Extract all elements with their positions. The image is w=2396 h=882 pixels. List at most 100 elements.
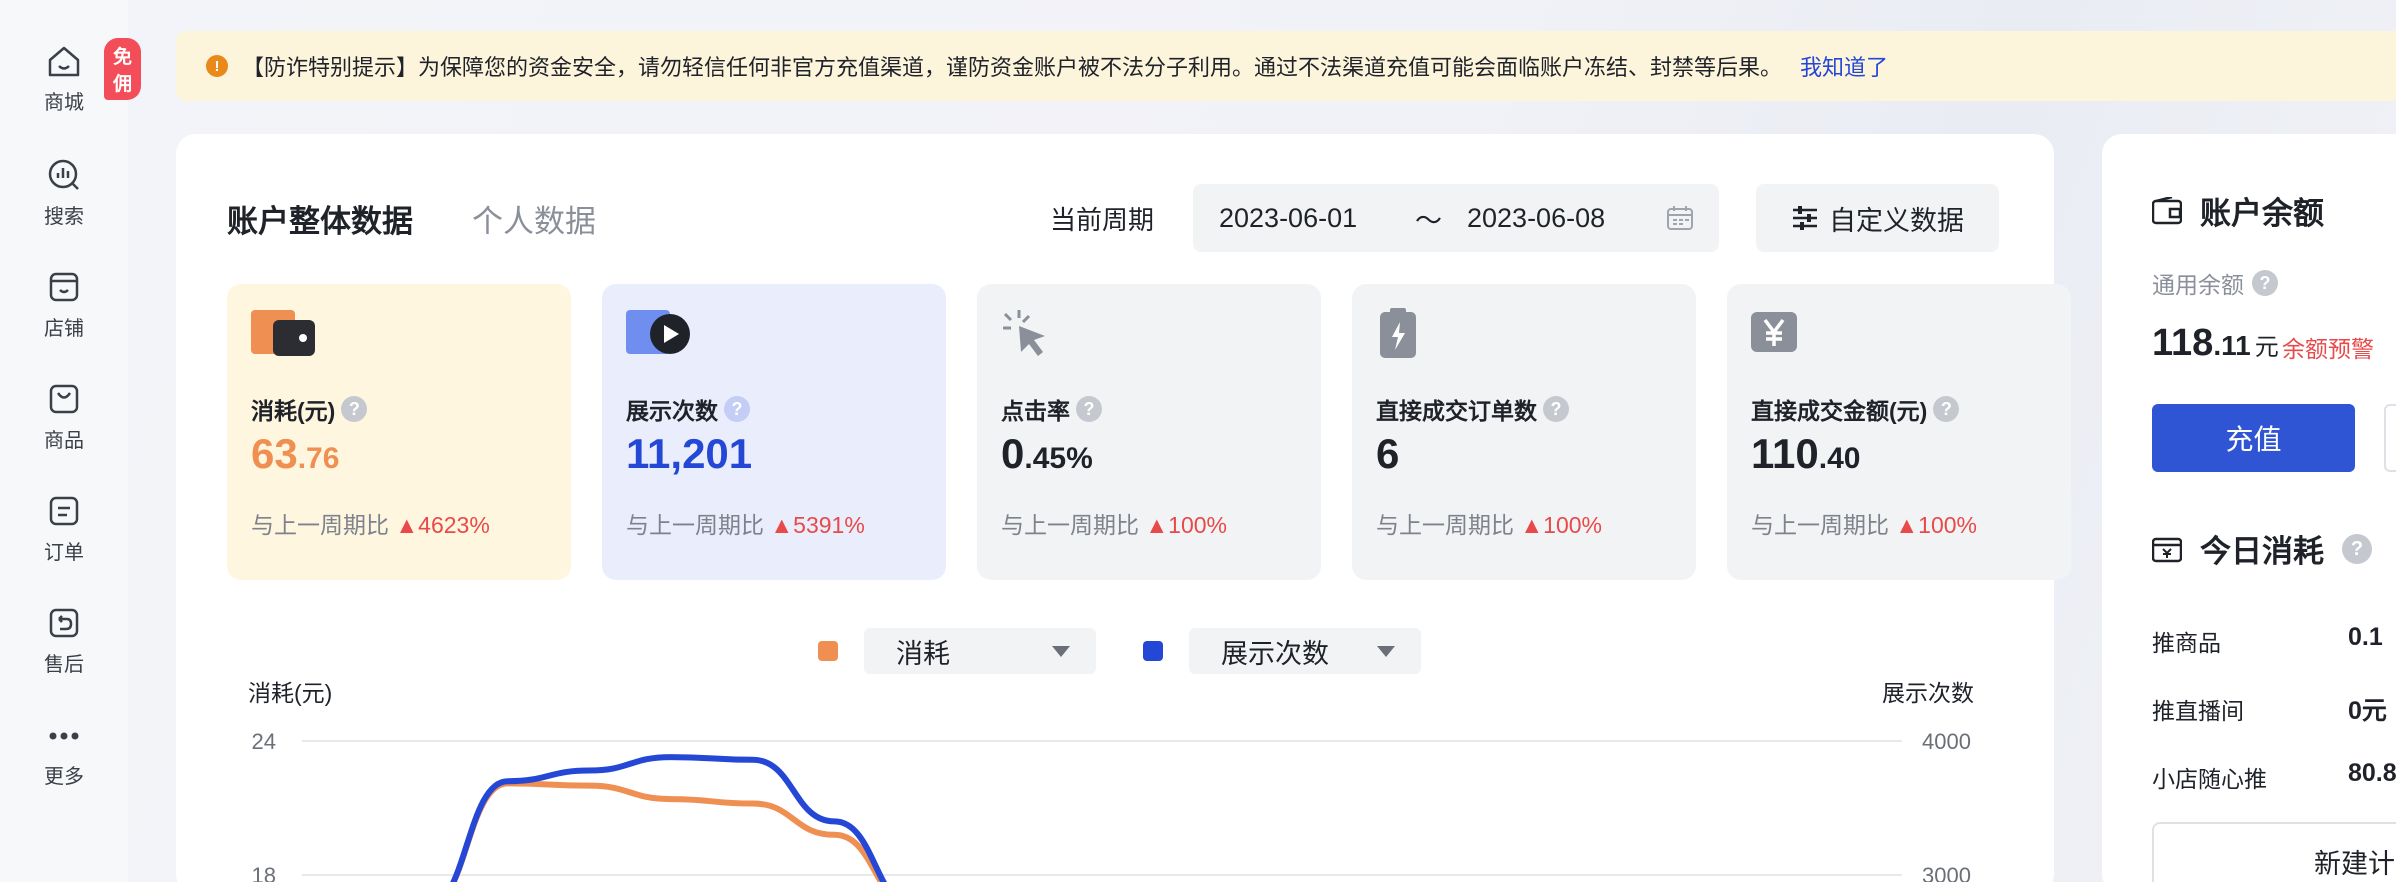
bag-icon bbox=[49, 384, 79, 414]
help-icon[interactable]: ? bbox=[1076, 396, 1102, 422]
help-icon[interactable]: ? bbox=[2342, 533, 2372, 564]
sidebar-item-label: 更多 bbox=[44, 766, 84, 788]
sidebar-item-label: 商品 bbox=[44, 430, 84, 452]
custom-data-label: 自定义数据 bbox=[1829, 205, 1964, 236]
more-icon bbox=[49, 732, 79, 740]
spend-row-value: 80.8 bbox=[2348, 759, 2396, 787]
help-icon[interactable]: ? bbox=[724, 396, 750, 422]
left-series-dropdown[interactable]: 消耗 bbox=[864, 628, 1096, 674]
house-icon bbox=[48, 46, 80, 77]
series-line-cost bbox=[450, 780, 885, 882]
chevron-down-icon bbox=[1377, 646, 1395, 657]
spend-row-label: 推直播间 bbox=[2152, 698, 2244, 724]
series-line-impressions bbox=[450, 754, 888, 882]
metric-value: 11,201 bbox=[626, 430, 753, 477]
spend-row-label: 小店随心推 bbox=[2152, 766, 2267, 792]
metric-compare: 与上一周期比 ▲100% bbox=[1751, 512, 1977, 538]
custom-data-button[interactable]: 自定义数据 bbox=[1756, 184, 1999, 252]
store-icon bbox=[49, 272, 79, 302]
tab-personal[interactable]: 个人数据 bbox=[472, 196, 596, 241]
wallet-outline-icon bbox=[2152, 196, 2182, 224]
change-up: ▲5391% bbox=[770, 512, 865, 538]
legend-swatch-blue bbox=[1143, 641, 1163, 661]
sidebar-item-more[interactable]: 更多 bbox=[0, 716, 128, 789]
change-up: ▲4623% bbox=[395, 512, 490, 538]
balance-title: 账户余额 bbox=[2200, 196, 2324, 231]
sliders-icon bbox=[1793, 206, 1817, 230]
sidebar-item-store[interactable]: 店铺 bbox=[0, 268, 128, 341]
metric-label: 展示次数 bbox=[626, 398, 718, 424]
recharge-button[interactable]: 充值 bbox=[2152, 404, 2355, 472]
metric-compare: 与上一周期比 ▲5391% bbox=[626, 512, 865, 538]
metric-label: 直接成交金额(元) bbox=[1751, 398, 1928, 424]
metric-card-cost[interactable]: 消耗(元)? 63.76 与上一周期比 ▲4623% bbox=[227, 284, 571, 580]
help-icon[interactable]: ? bbox=[1933, 396, 1960, 422]
metric-label: 消耗(元) bbox=[251, 398, 336, 424]
metric-label: 直接成交订单数 bbox=[1376, 398, 1537, 424]
metric-card-ctr[interactable]: 点击率? 0.45% 与上一周期比 ▲100% bbox=[977, 284, 1321, 580]
change-up: ▲100% bbox=[1145, 512, 1227, 538]
legend-swatch-orange bbox=[818, 641, 838, 661]
click-cursor-icon bbox=[1003, 310, 1045, 356]
metric-compare: 与上一周期比 ▲100% bbox=[1001, 512, 1227, 538]
today-spend-title: 今日消耗 bbox=[2200, 534, 2324, 569]
metric-value: 110.40 bbox=[1751, 430, 1861, 477]
metric-compare: 与上一周期比 ▲4623% bbox=[251, 512, 490, 538]
metric-card-impressions[interactable]: 展示次数? 11,201 与上一周期比 ▲5391% bbox=[602, 284, 946, 580]
calendar-icon bbox=[1667, 206, 1693, 230]
sidebar-item-label: 店铺 bbox=[44, 318, 84, 340]
sidebar-item-orders[interactable]: 订单 bbox=[0, 492, 128, 565]
date-end: 2023-06-08 bbox=[1467, 202, 1606, 233]
spend-row-label: 推商品 bbox=[2152, 630, 2221, 656]
balance-value: 118.11 元 bbox=[2152, 322, 2279, 364]
series-selector-left: 消耗 bbox=[818, 628, 1096, 674]
y-right-tick-label: 4000 bbox=[1922, 729, 1971, 754]
y-right-tick-label: 3000 bbox=[1922, 863, 1971, 882]
metric-value: 0.45% bbox=[1001, 430, 1093, 477]
series-selector-right: 展示次数 bbox=[1143, 628, 1421, 674]
tab-account-overall[interactable]: 账户整体数据 bbox=[227, 196, 413, 241]
yen-icon bbox=[1751, 312, 1797, 352]
y-left-tick-label: 24 bbox=[252, 729, 276, 754]
trend-chart: 24 4000 18 3000 bbox=[252, 729, 1971, 882]
spend-row-value: 0元 bbox=[2348, 697, 2387, 725]
spend-row-value: 0.1 bbox=[2348, 623, 2383, 651]
help-icon[interactable]: ? bbox=[1543, 396, 1569, 422]
sidebar-item-products[interactable]: 商品 bbox=[0, 380, 128, 453]
new-plan-button[interactable]: 新建计 bbox=[2152, 822, 2396, 882]
left-sidebar: 商城 免佣 搜索 店铺 商品 订单 售后 更多 bbox=[0, 0, 142, 882]
date-range-picker[interactable]: 2023-06-01 ～ 2023-06-08 bbox=[1193, 184, 1719, 252]
dropdown-label: 消耗 bbox=[896, 638, 950, 669]
right-series-dropdown[interactable]: 展示次数 bbox=[1189, 628, 1421, 674]
secondary-button[interactable] bbox=[2384, 404, 2396, 472]
notice-dismiss-link[interactable]: 我知道了 bbox=[1800, 50, 1888, 82]
wallet-icon bbox=[251, 310, 315, 356]
anti-fraud-notice: ! 【防诈特别提示】为保障您的资金安全，请勿轻信任何非官方充值渠道，谨防资金账户… bbox=[176, 31, 2396, 101]
play-icon bbox=[626, 310, 690, 354]
dropdown-label: 展示次数 bbox=[1221, 638, 1329, 669]
date-separator: ～ bbox=[1415, 205, 1442, 236]
date-start: 2023-06-01 bbox=[1219, 202, 1358, 233]
notice-text: 【防诈特别提示】为保障您的资金安全，请勿轻信任何非官方充值渠道，谨防资金账户被不… bbox=[242, 55, 1783, 80]
metric-value: 6 bbox=[1376, 430, 1400, 477]
metric-compare: 与上一周期比 ▲100% bbox=[1376, 512, 1602, 538]
clipboard-bolt-icon bbox=[1380, 308, 1416, 358]
metric-card-orders[interactable]: 直接成交订单数? 6 与上一周期比 ▲100% bbox=[1352, 284, 1696, 580]
sidebar-item-label: 售后 bbox=[44, 654, 84, 676]
account-data-card: 账户整体数据 个人数据 当前周期 2023-06-01 ～ 2023-06-08… bbox=[176, 134, 2071, 882]
balance-warning-link[interactable]: 余额预警 bbox=[2282, 330, 2374, 364]
sidebar-item-search[interactable]: 搜索 bbox=[0, 156, 128, 229]
calendar-spend-icon bbox=[2152, 537, 2182, 562]
sidebar-item-aftersale[interactable]: 售后 bbox=[0, 604, 128, 677]
aftersale-icon bbox=[49, 608, 79, 638]
help-icon[interactable]: ? bbox=[2252, 270, 2278, 296]
sidebar-item-label: 搜索 bbox=[44, 206, 84, 228]
change-up: ▲100% bbox=[1520, 512, 1602, 538]
sidebar-item-label: 订单 bbox=[44, 542, 84, 564]
general-balance-label: 通用余额 bbox=[2152, 272, 2244, 298]
help-icon[interactable]: ? bbox=[341, 396, 368, 422]
metric-card-gmv[interactable]: 直接成交金额(元)? 110.40 与上一周期比 ▲100% bbox=[1727, 284, 2071, 580]
warning-icon: ! bbox=[206, 55, 228, 77]
period-label: 当前周期 bbox=[1050, 205, 1155, 235]
metric-label: 点击率 bbox=[1001, 398, 1070, 424]
